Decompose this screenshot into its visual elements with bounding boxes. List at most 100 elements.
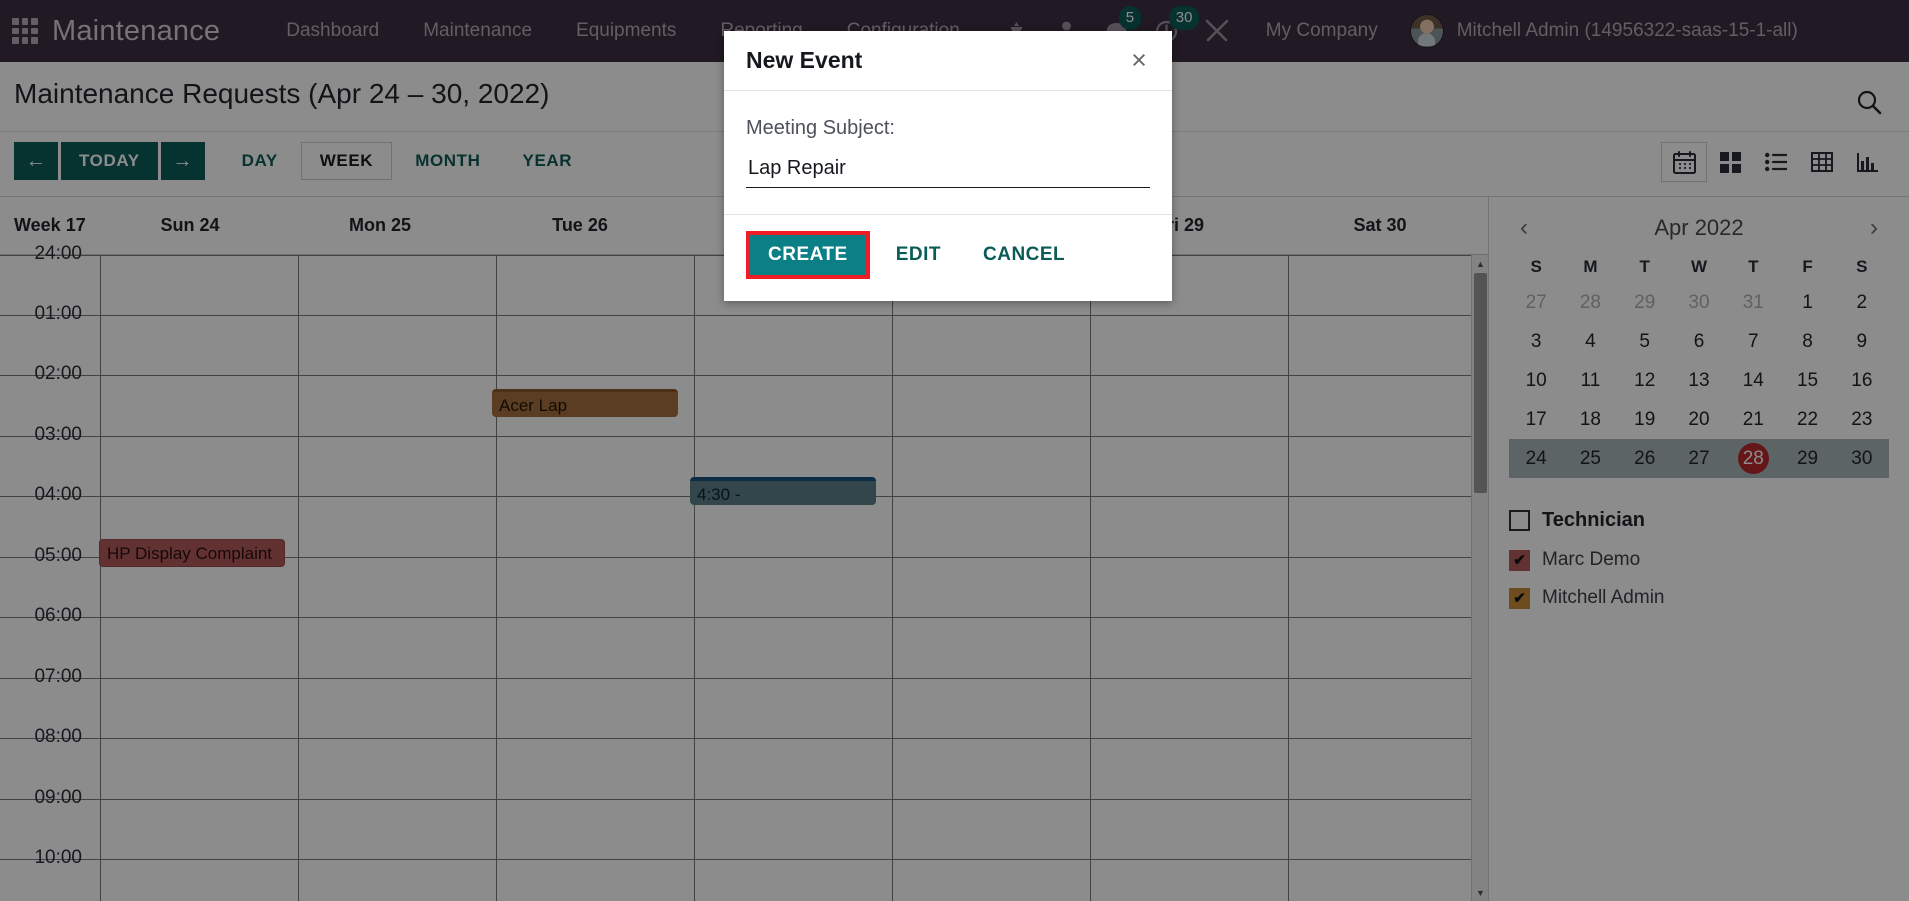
mini-calendar-week-row-current[interactable]: 24 25 26 27 28 29 30 bbox=[1509, 439, 1889, 478]
mini-calendar-day[interactable]: 4 bbox=[1563, 322, 1617, 361]
filter-group-technician[interactable]: Technician bbox=[1509, 504, 1889, 536]
hour-label: 01:00 bbox=[34, 302, 82, 324]
hour-label: 09:00 bbox=[34, 786, 82, 808]
hour-label: 10:00 bbox=[34, 847, 82, 868]
mini-calendar-day[interactable]: 7 bbox=[1726, 322, 1780, 361]
scroll-up-icon[interactable]: ▲ bbox=[1472, 255, 1488, 272]
today-button[interactable]: TODAY bbox=[61, 142, 158, 180]
mini-calendar-day[interactable]: 11 bbox=[1563, 361, 1617, 400]
mini-calendar-day[interactable]: 31 bbox=[1726, 283, 1780, 322]
prev-period-button[interactable]: ← bbox=[14, 142, 58, 180]
mini-calendar-day[interactable]: 3 bbox=[1509, 322, 1563, 361]
calendar-view-icon[interactable] bbox=[1661, 142, 1707, 182]
hour-label: 03:00 bbox=[34, 423, 82, 445]
avatar bbox=[1409, 14, 1444, 48]
tools-icon[interactable] bbox=[1192, 0, 1242, 62]
mini-calendar-header: ‹ Apr 2022 › bbox=[1509, 211, 1889, 245]
hour-row[interactable]: 02:00 bbox=[0, 363, 1488, 437]
mini-calendar-day[interactable]: 28 bbox=[1563, 283, 1617, 322]
nav-item-equipments[interactable]: Equipments bbox=[554, 0, 698, 62]
filter-checkbox[interactable]: ✔ bbox=[1509, 549, 1530, 571]
scale-week-button[interactable]: WEEK bbox=[300, 142, 393, 180]
filter-item-label: Marc Demo bbox=[1542, 549, 1641, 570]
calendar-scrollbar[interactable]: ▲ ▼ bbox=[1471, 255, 1488, 901]
mini-calendar-day[interactable]: 27 bbox=[1509, 283, 1563, 322]
mini-calendar-day[interactable]: 17 bbox=[1509, 400, 1563, 439]
calendar-event[interactable]: Acer Lap bbox=[492, 389, 678, 417]
mini-calendar-day[interactable]: 23 bbox=[1835, 400, 1889, 439]
scale-day-button[interactable]: DAY bbox=[223, 142, 297, 180]
mini-calendar-day-today[interactable]: 28 bbox=[1726, 439, 1781, 478]
close-icon[interactable]: × bbox=[1124, 45, 1154, 75]
mini-calendar-day[interactable]: 24 bbox=[1509, 439, 1564, 478]
mini-calendar-day[interactable]: 9 bbox=[1835, 322, 1889, 361]
mini-calendar-day[interactable]: 26 bbox=[1617, 439, 1672, 478]
mini-calendar-week-row[interactable]: 17 18 19 20 21 22 23 bbox=[1509, 400, 1889, 439]
nav-item-maintenance[interactable]: Maintenance bbox=[401, 0, 554, 62]
mini-calendar-day[interactable]: 13 bbox=[1672, 361, 1726, 400]
mini-calendar-day[interactable]: 19 bbox=[1618, 400, 1672, 439]
next-period-button[interactable]: → bbox=[160, 142, 205, 180]
mini-calendar-day[interactable]: 6 bbox=[1672, 322, 1726, 361]
mini-calendar-day[interactable]: 20 bbox=[1672, 400, 1726, 439]
company-switcher[interactable]: My Company bbox=[1266, 20, 1378, 42]
mini-calendar-day[interactable]: 16 bbox=[1835, 361, 1889, 400]
kanban-view-icon[interactable] bbox=[1707, 142, 1753, 182]
apps-grid-icon[interactable] bbox=[12, 18, 38, 44]
weekday-header: T bbox=[1639, 257, 1650, 276]
search-icon[interactable] bbox=[1855, 88, 1883, 116]
mini-calendar-day[interactable]: 10 bbox=[1509, 361, 1563, 400]
hour-row[interactable]: 01:00 bbox=[0, 303, 1488, 376]
mini-calendar-day[interactable]: 5 bbox=[1618, 322, 1672, 361]
calendar-event[interactable]: 4:30 - bbox=[690, 477, 876, 505]
list-view-icon[interactable] bbox=[1753, 142, 1799, 182]
filter-item-mitchell-admin[interactable]: ✔ Mitchell Admin bbox=[1509, 582, 1889, 614]
mini-calendar-day[interactable]: 2 bbox=[1835, 283, 1889, 322]
mini-calendar-day[interactable]: 22 bbox=[1780, 400, 1834, 439]
hour-row[interactable]: 08:00 bbox=[0, 726, 1488, 800]
chevron-left-icon[interactable]: ‹ bbox=[1509, 213, 1539, 243]
mini-calendar-week-row[interactable]: 10 11 12 13 14 15 16 bbox=[1509, 361, 1889, 400]
filter-checkbox[interactable]: ✔ bbox=[1509, 587, 1530, 609]
mini-calendar-day[interactable]: 27 bbox=[1671, 439, 1727, 478]
mini-calendar-day[interactable]: 1 bbox=[1780, 283, 1834, 322]
scale-year-button[interactable]: YEAR bbox=[504, 142, 592, 180]
scrollbar-thumb[interactable] bbox=[1474, 273, 1487, 493]
scroll-down-icon[interactable]: ▼ bbox=[1472, 884, 1488, 901]
hour-rows: 24:00 01:00 02:00 03:00 04:00 05:00 06:0… bbox=[0, 243, 1488, 901]
edit-button[interactable]: EDIT bbox=[880, 235, 957, 275]
mini-calendar-day[interactable]: 29 bbox=[1618, 283, 1672, 322]
mini-calendar-day[interactable]: 18 bbox=[1563, 400, 1617, 439]
mini-calendar-day[interactable]: 15 bbox=[1780, 361, 1834, 400]
create-button[interactable]: CREATE bbox=[746, 231, 870, 279]
hour-row[interactable]: 06:00 bbox=[0, 605, 1488, 679]
filter-item-marc-demo[interactable]: ✔ Marc Demo bbox=[1509, 544, 1889, 576]
pivot-view-icon[interactable] bbox=[1799, 142, 1845, 182]
calendar-event[interactable]: HP Display Complaint bbox=[99, 539, 285, 567]
graph-view-icon[interactable] bbox=[1845, 142, 1891, 182]
mini-calendar-day[interactable]: 21 bbox=[1726, 400, 1780, 439]
scale-month-button[interactable]: MONTH bbox=[396, 142, 499, 180]
technician-group-checkbox[interactable] bbox=[1509, 509, 1530, 531]
app-brand[interactable]: Maintenance bbox=[52, 15, 220, 48]
mini-calendar-day[interactable]: 8 bbox=[1780, 322, 1834, 361]
mini-calendar-day[interactable]: 12 bbox=[1618, 361, 1672, 400]
mini-calendar-week-row[interactable]: 27 28 29 30 31 1 2 bbox=[1509, 283, 1889, 322]
calendar-time-grid[interactable]: 24:00 01:00 02:00 03:00 04:00 05:00 06:0… bbox=[0, 243, 1488, 901]
mini-calendar-day[interactable]: 29 bbox=[1780, 439, 1835, 478]
mini-calendar-day[interactable]: 30 bbox=[1834, 439, 1889, 478]
modal-body: Meeting Subject: bbox=[724, 91, 1172, 214]
mini-calendar-day[interactable]: 30 bbox=[1672, 283, 1726, 322]
mini-calendar-week-row[interactable]: 3 4 5 6 7 8 9 bbox=[1509, 322, 1889, 361]
chevron-right-icon[interactable]: › bbox=[1859, 213, 1889, 243]
meeting-subject-input[interactable] bbox=[746, 157, 1150, 188]
mini-calendar-day[interactable]: 25 bbox=[1563, 439, 1618, 478]
cancel-button[interactable]: CANCEL bbox=[967, 235, 1081, 275]
mini-calendar-day[interactable]: 14 bbox=[1726, 361, 1780, 400]
hour-row[interactable]: 10:00 bbox=[0, 847, 1488, 901]
hour-row[interactable]: 07:00 bbox=[0, 666, 1488, 739]
hour-row[interactable]: 09:00 bbox=[0, 787, 1488, 860]
modal-title: New Event bbox=[746, 47, 863, 73]
user-menu[interactable]: Mitchell Admin (14956322-saas-15-1-all) bbox=[1409, 14, 1798, 48]
nav-item-dashboard[interactable]: Dashboard bbox=[264, 0, 401, 62]
